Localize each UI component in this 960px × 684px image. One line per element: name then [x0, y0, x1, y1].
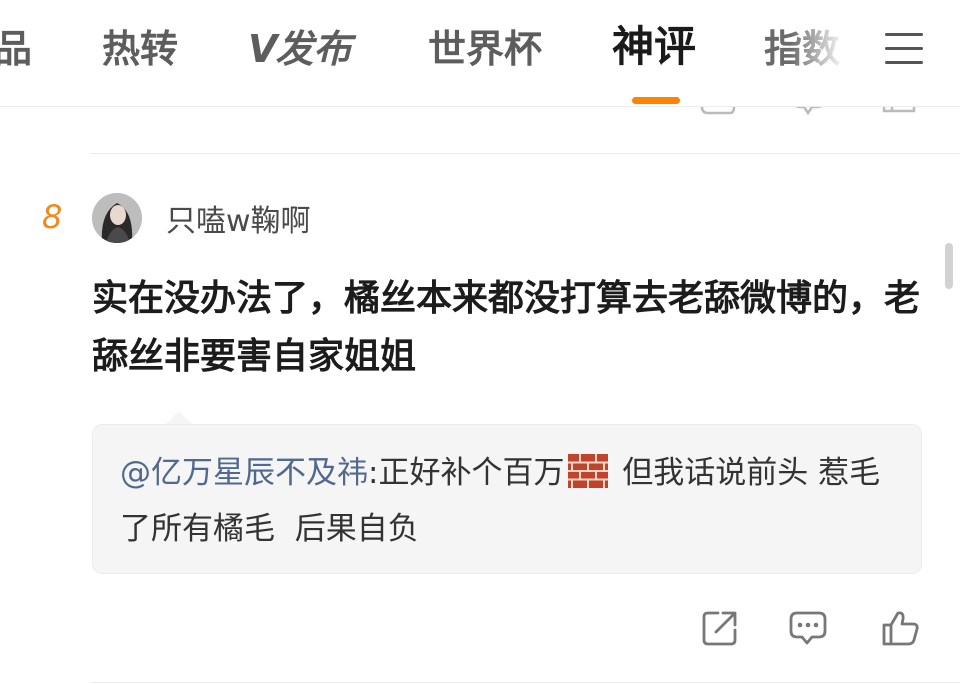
like-icon[interactable]: [880, 608, 920, 648]
comment-text: 实在没办法了，橘丝本来都没打算去老舔微博的，老舔丝非要害自家姐姐: [92, 278, 921, 377]
v-logo-icon: V: [248, 27, 277, 71]
active-tab-indicator: [632, 97, 680, 104]
tab-world-cup[interactable]: 世界杯: [428, 24, 542, 74]
avatar[interactable]: [92, 193, 142, 243]
hamburger-menu-icon[interactable]: [885, 31, 925, 67]
brick-emoji-icon: [568, 450, 609, 488]
tab-god-comments[interactable]: 神评: [612, 22, 696, 72]
tab-hot-repost[interactable]: 热转: [102, 24, 178, 74]
comment-username[interactable]: 只嗑w鞠啊: [166, 196, 311, 240]
divider: [90, 153, 960, 154]
reply-notch: [165, 411, 193, 425]
tab-v-publish-label: 发布: [275, 27, 352, 71]
top-navigation: 品 热转 V发布 世界杯 神评 指数: [0, 0, 960, 107]
reply-text-before: :正好补个百万: [368, 455, 565, 491]
tab-v-publish[interactable]: V发布: [248, 24, 351, 74]
reply-username[interactable]: @亿万星辰不及祎: [120, 455, 368, 491]
comment-rank: 8: [42, 198, 63, 236]
share-icon[interactable]: [700, 608, 740, 648]
scrollbar[interactable]: [945, 243, 953, 289]
tab-partial[interactable]: 品: [0, 24, 32, 74]
reply-text: @亿万星辰不及祎:正好补个百万 但我话说前头 惹毛了所有橘毛 后果自负: [120, 445, 900, 557]
tab-fade: [790, 20, 860, 80]
divider: [90, 682, 960, 683]
comment-icon[interactable]: [788, 608, 828, 648]
